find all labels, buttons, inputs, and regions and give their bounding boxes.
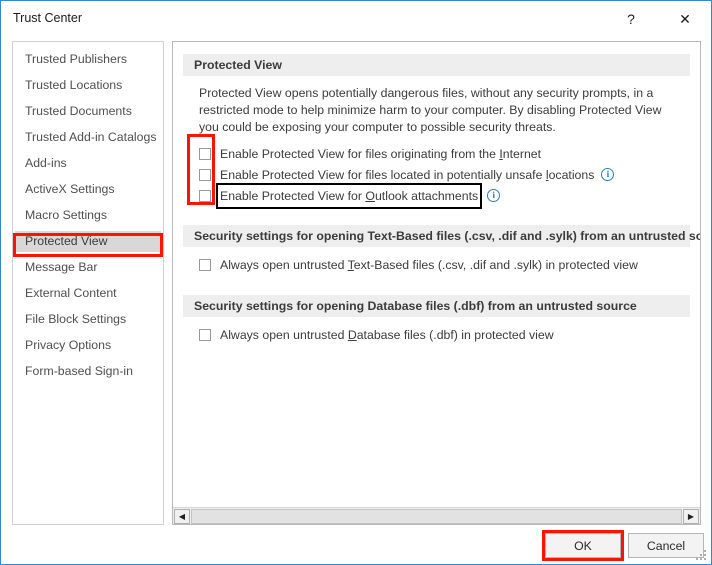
scroll-right-button[interactable]: ▶ xyxy=(683,509,699,524)
section-header-database-files: Security settings for opening Database f… xyxy=(183,295,690,317)
settings-scroll-area: Protected View Protected View opens pote… xyxy=(173,42,700,507)
sidebar-item-trusted-documents[interactable]: Trusted Documents xyxy=(15,101,161,122)
sidebar-item-trusted-locations[interactable]: Trusted Locations xyxy=(15,75,161,96)
cancel-button[interactable]: Cancel xyxy=(628,533,704,558)
checkbox-label-database-files: Always open untrusted Database files (.d… xyxy=(220,328,554,342)
sidebar-item-label: Form-based Sign-in xyxy=(25,364,133,378)
checkbox-enable-protected-view-unsafe-locations[interactable] xyxy=(199,168,211,181)
sidebar-item-label: Trusted Publishers xyxy=(25,52,128,66)
title-bar: Trust Center ? ✕ xyxy=(2,2,710,36)
checkbox-enable-protected-view-internet[interactable] xyxy=(199,147,211,160)
sidebar-item-protected-view[interactable]: Protected View xyxy=(15,231,161,252)
question-mark-icon: ? xyxy=(627,11,635,27)
sidebar-item-label: Trusted Locations xyxy=(25,78,123,92)
checkbox-row-database-files[interactable]: Always open untrusted Database files (.d… xyxy=(199,324,700,346)
resize-grip[interactable] xyxy=(696,550,707,561)
help-button[interactable]: ? xyxy=(611,3,651,35)
horizontal-scrollbar[interactable]: ◀ ▶ xyxy=(173,507,700,524)
sidebar-item-form-based-sign-in[interactable]: Form-based Sign-in xyxy=(15,361,161,382)
sidebar-item-trusted-publishers[interactable]: Trusted Publishers xyxy=(15,49,161,70)
sidebar-item-label: Protected View xyxy=(25,234,108,248)
sidebar-item-label: Trusted Add-in Catalogs xyxy=(25,130,157,144)
sidebar-item-label: Macro Settings xyxy=(25,208,108,222)
window-title: Trust Center xyxy=(13,11,83,25)
checkbox-row-internet[interactable]: Enable Protected View for files originat… xyxy=(199,143,700,164)
checkbox-always-open-untrusted-text-based-files[interactable] xyxy=(199,259,211,271)
close-button[interactable]: ✕ xyxy=(665,3,705,35)
close-icon: ✕ xyxy=(679,11,691,27)
sidebar-item-label: Add-ins xyxy=(25,156,67,170)
checkbox-label-internet: Enable Protected View for files originat… xyxy=(220,146,542,161)
sidebar-item-label: Trusted Documents xyxy=(25,104,132,118)
checkbox-label-unsafe-locations: Enable Protected View for files located … xyxy=(220,167,595,182)
scroll-left-button[interactable]: ◀ xyxy=(174,509,190,524)
sidebar-item-activex-settings[interactable]: ActiveX Settings xyxy=(15,179,161,200)
trust-center-dialog: Trust Center ? ✕ Trusted Publishers Trus… xyxy=(0,0,712,565)
checkbox-label-text-based-files: Always open untrusted Text-Based files (… xyxy=(220,258,638,272)
checkbox-row-unsafe-locations[interactable]: Enable Protected View for files located … xyxy=(199,164,700,185)
sidebar-item-label: ActiveX Settings xyxy=(25,182,115,196)
checkbox-label-outlook-attachments: Enable Protected View for Outlook attach… xyxy=(215,182,483,209)
sidebar-item-macro-settings[interactable]: Macro Settings xyxy=(15,205,161,226)
ok-button[interactable]: OK xyxy=(545,533,621,558)
settings-panel: Protected View Protected View opens pote… xyxy=(172,41,701,525)
sidebar-item-label: Message Bar xyxy=(25,260,98,274)
sidebar-item-file-block-settings[interactable]: File Block Settings xyxy=(15,309,161,330)
sidebar-item-privacy-options[interactable]: Privacy Options xyxy=(15,335,161,356)
chevron-right-icon: ▶ xyxy=(687,512,695,521)
sidebar-item-label: External Content xyxy=(25,286,117,300)
checkbox-enable-protected-view-outlook-attachments[interactable] xyxy=(199,189,211,202)
sidebar-item-trusted-add-in-catalogs[interactable]: Trusted Add-in Catalogs xyxy=(15,127,161,148)
sidebar-item-label: File Block Settings xyxy=(25,312,127,326)
protected-view-description: Protected View opens potentially dangero… xyxy=(199,86,662,134)
info-icon-outlook-attachments[interactable]: i xyxy=(487,189,501,202)
sidebar-item-label: Privacy Options xyxy=(25,338,112,352)
checkbox-row-text-based-files[interactable]: Always open untrusted Text-Based files (… xyxy=(199,254,700,276)
section-header-protected-view: Protected View xyxy=(183,54,690,76)
info-icon-unsafe-locations[interactable]: i xyxy=(601,168,615,181)
sidebar-item-add-ins[interactable]: Add-ins xyxy=(15,153,161,174)
scrollbar-thumb[interactable] xyxy=(191,509,682,524)
section-header-text-based-files: Security settings for opening Text-Based… xyxy=(183,225,700,247)
chevron-left-icon: ◀ xyxy=(178,512,186,521)
category-list[interactable]: Trusted Publishers Trusted Locations Tru… xyxy=(12,41,164,525)
checkbox-row-outlook-attachments[interactable]: Enable Protected View for Outlook attach… xyxy=(199,182,700,209)
sidebar-item-external-content[interactable]: External Content xyxy=(15,283,161,304)
checkbox-always-open-untrusted-database-files[interactable] xyxy=(199,329,211,341)
sidebar-item-message-bar[interactable]: Message Bar xyxy=(15,257,161,278)
